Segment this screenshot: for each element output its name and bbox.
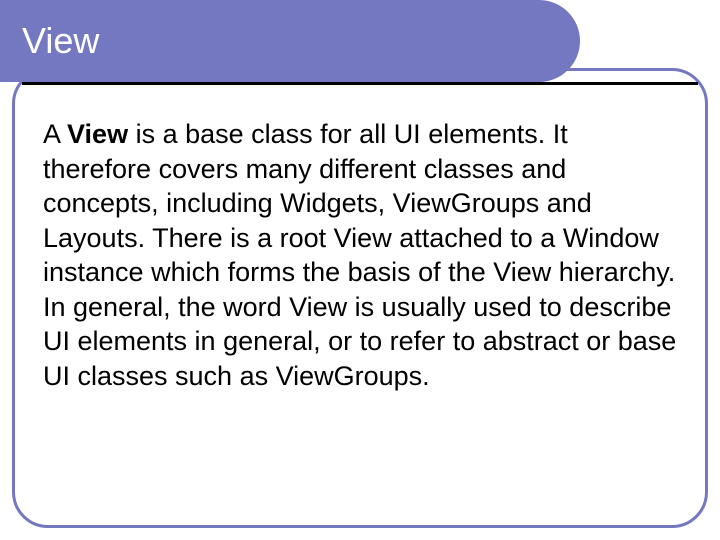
title-bar: View [0,0,580,82]
slide-title: View [22,20,99,62]
body-paragraph: A View is a base class for all UI elemen… [43,117,677,393]
title-underline [22,82,698,85]
content-container: A View is a base class for all UI elemen… [12,68,708,528]
body-rest: is a base class for all UI elements. It … [43,119,676,391]
body-bold-term: View [67,119,128,149]
body-prefix: A [43,119,67,149]
